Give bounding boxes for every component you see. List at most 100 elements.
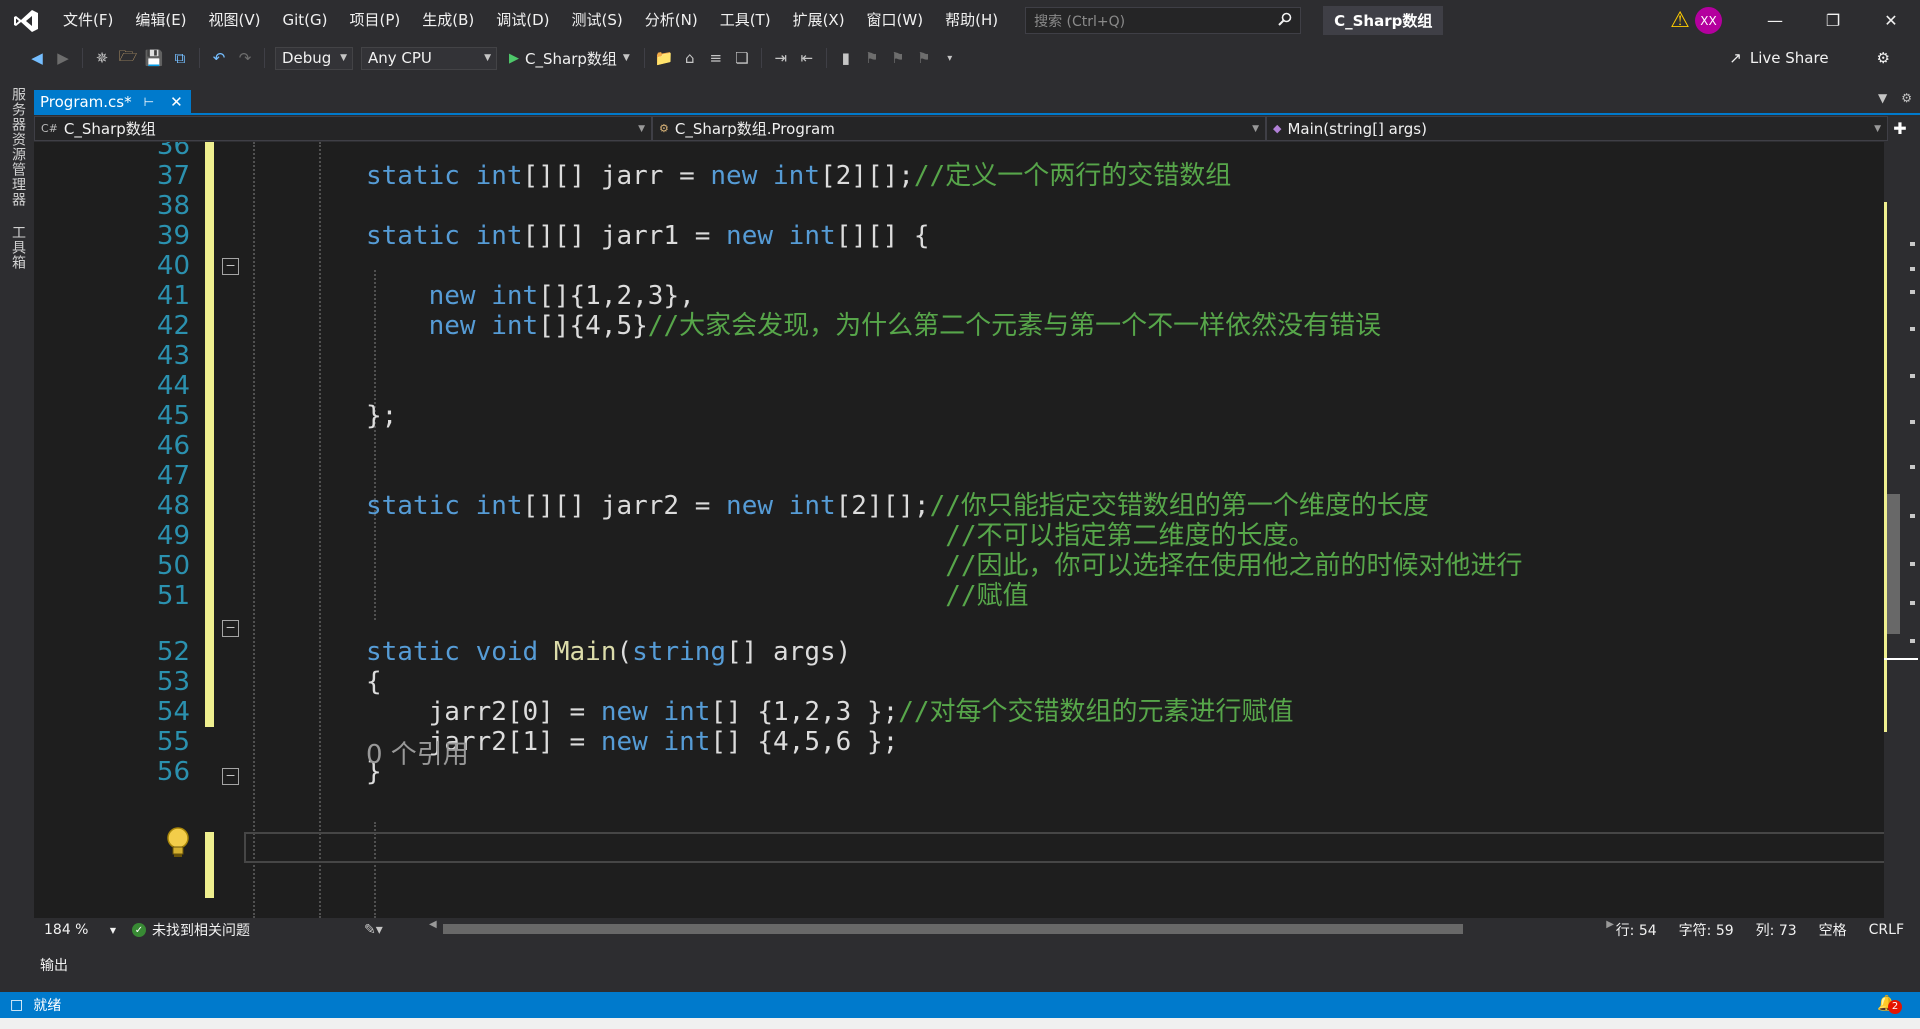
solution-configuration-select[interactable]: Debug ▼ — [275, 46, 353, 70]
char-indicator[interactable]: 字符: 59 — [1679, 920, 1734, 940]
toolbar-separator — [199, 48, 200, 68]
scroll-right-icon[interactable]: ▶ — [1606, 919, 1614, 930]
code-token: [][] { — [835, 221, 930, 251]
toolbar-separator — [760, 48, 762, 68]
code-keyword: int — [491, 311, 539, 341]
collapse-icon[interactable]: – — [222, 258, 239, 275]
output-tab[interactable]: 输出 — [40, 958, 68, 974]
line-indicator[interactable]: 行: 54 — [1616, 920, 1657, 940]
navigate-back-icon[interactable]: ◀ — [26, 47, 48, 69]
menu-item[interactable]: 项目(P) — [339, 0, 412, 41]
browse-folder-icon[interactable]: 📁 — [653, 47, 675, 69]
menu-item[interactable]: 扩展(X) — [782, 0, 856, 41]
tab-dropdown-icon[interactable]: ▼ — [1878, 91, 1887, 105]
tab-program-cs[interactable]: Program.cs* ⊢ ✕ — [34, 90, 191, 113]
menu-item[interactable]: 工具(T) — [709, 0, 782, 41]
settings-icon[interactable]: ⚙ — [1901, 91, 1912, 105]
code-cleanup-icon[interactable]: ✎▾ — [364, 922, 383, 938]
chevron-down-icon: ▼ — [1252, 123, 1259, 134]
status-bar: □ 就绪 🔔 2 — [0, 992, 1920, 1018]
bookmark-icon[interactable]: ▮ — [835, 47, 857, 69]
menu-item[interactable]: 帮助(H) — [934, 0, 1009, 41]
indent-indicator[interactable]: 空格 — [1819, 920, 1847, 940]
indent-icon[interactable]: ⇥ — [770, 47, 792, 69]
code-line[interactable]: 56} — [34, 754, 1884, 791]
class-icon: ⚙ — [659, 122, 669, 135]
undo-icon[interactable]: ↶ — [208, 47, 230, 69]
vertical-scrollbar[interactable] — [1884, 142, 1920, 918]
menu-item[interactable]: 调试(D) — [485, 0, 560, 41]
menu-item[interactable]: 视图(V) — [198, 0, 272, 41]
code-editor[interactable]: 36 37 static int[][] jarr = new int[2][];/… — [34, 142, 1884, 918]
menu-item[interactable]: 窗口(W) — [856, 0, 935, 41]
zoom-select[interactable]: 184 % ▼ — [34, 922, 116, 938]
clear-bookmarks-icon[interactable]: ⚑ — [913, 47, 935, 69]
previous-bookmark-icon[interactable]: ⚑ — [861, 47, 883, 69]
member-select[interactable]: ◆ Main(string[] args) ▼ — [1266, 116, 1888, 141]
redo-icon[interactable]: ↷ — [234, 47, 256, 69]
live-share-button[interactable]: ↗ Live Share ⚙ — [1729, 49, 1890, 67]
minimize-button[interactable]: — — [1746, 0, 1804, 41]
menu-item[interactable]: Git(G) — [272, 0, 339, 41]
server-explorer-tab[interactable]: 服务器资源管理器 — [8, 87, 28, 207]
horizontal-scrollbar-thumb[interactable] — [443, 924, 1463, 934]
code-comment: //因此，你可以选择在使用他之前的时候对他进行 — [945, 551, 1523, 581]
next-bookmark-icon[interactable]: ⚑ — [887, 47, 909, 69]
code-token: [2][]; — [835, 491, 930, 521]
code-keyword: static — [366, 491, 476, 521]
open-file-icon[interactable]: 🗁 — [117, 47, 139, 69]
col-indicator[interactable]: 列: 73 — [1756, 920, 1797, 940]
outdent-icon[interactable]: ⇤ — [796, 47, 818, 69]
navigate-forward-icon[interactable]: ▶ — [52, 47, 74, 69]
start-debugging-button[interactable]: ▶ C_Sharp数组 ▼ — [509, 48, 630, 69]
menu-item[interactable]: 测试(S) — [561, 0, 634, 41]
code-keyword: int — [491, 281, 539, 311]
split-editor-icon[interactable]: ✚ — [1888, 116, 1912, 141]
menu-item[interactable]: 分析(N) — [634, 0, 709, 41]
code-comment: //你只能指定交错数组的第一个维度的长度 — [929, 491, 1429, 521]
search-input[interactable]: 搜索 (Ctrl+Q) — [1025, 7, 1302, 34]
class-select[interactable]: ⚙ C_Sharp数组.Program ▼ — [652, 116, 1266, 141]
code-keyword: int — [788, 221, 836, 251]
new-project-icon[interactable]: ✵ — [91, 47, 113, 69]
issues-indicator[interactable]: ✓ 未找到相关问题 — [132, 920, 352, 940]
save-all-icon[interactable]: ⧉ — [169, 47, 191, 69]
save-icon[interactable]: 💾 — [143, 47, 165, 69]
collapse-icon[interactable]: – — [222, 620, 239, 637]
scroll-left-icon[interactable]: ◀ — [429, 919, 437, 930]
codelens-references[interactable]: 0 个引用 — [366, 734, 469, 771]
overview-mark — [1910, 242, 1915, 246]
overview-mark — [1910, 327, 1915, 331]
warning-icon[interactable]: ⚠ — [1665, 6, 1695, 36]
code-text: //赋值 — [366, 578, 1028, 615]
step-over-icon[interactable]: ≡ — [705, 47, 727, 69]
change-marker — [205, 832, 214, 898]
close-window-button[interactable]: ✕ — [1862, 0, 1920, 41]
avatar[interactable]: XX — [1695, 7, 1722, 34]
platform-value: Any CPU — [368, 49, 432, 67]
code-keyword: new — [710, 161, 774, 191]
code-token: jarr2[0] = — [366, 697, 601, 727]
project-select[interactable]: C# C_Sharp数组 ▼ — [34, 116, 652, 141]
lightbulb-icon[interactable] — [164, 826, 192, 860]
pin-icon[interactable]: ⊢ — [144, 95, 154, 109]
csharp-project-icon: C# — [41, 122, 58, 135]
toolbar-overflow-icon[interactable]: ▾ — [939, 47, 961, 69]
feedback-icon[interactable]: ⚙ — [1877, 49, 1890, 67]
home-icon[interactable]: ⌂ — [679, 47, 701, 69]
horizontal-scrollbar[interactable]: ◀ ▶ — [429, 919, 1614, 936]
menu-item[interactable]: 编辑(E) — [124, 0, 197, 41]
menu-item[interactable]: 文件(F) — [52, 0, 124, 41]
copy-icon[interactable]: ❏ — [731, 47, 753, 69]
close-tab-icon[interactable]: ✕ — [170, 93, 183, 111]
restore-button[interactable]: ❐ — [1804, 0, 1862, 41]
solution-platform-select[interactable]: Any CPU ▼ — [361, 46, 497, 70]
toolbox-tab[interactable]: 工具箱 — [8, 225, 28, 270]
code-token: Main — [553, 637, 617, 667]
notifications-icon[interactable]: 🔔 2 — [1877, 994, 1902, 1014]
collapse-icon[interactable]: – — [222, 768, 239, 785]
menu-item[interactable]: 生成(B) — [411, 0, 485, 41]
scrollbar-thumb[interactable] — [1886, 494, 1900, 634]
line-ending-indicator[interactable]: CRLF — [1869, 922, 1904, 938]
code-line[interactable]: 51 //赋值 — [34, 578, 1884, 615]
